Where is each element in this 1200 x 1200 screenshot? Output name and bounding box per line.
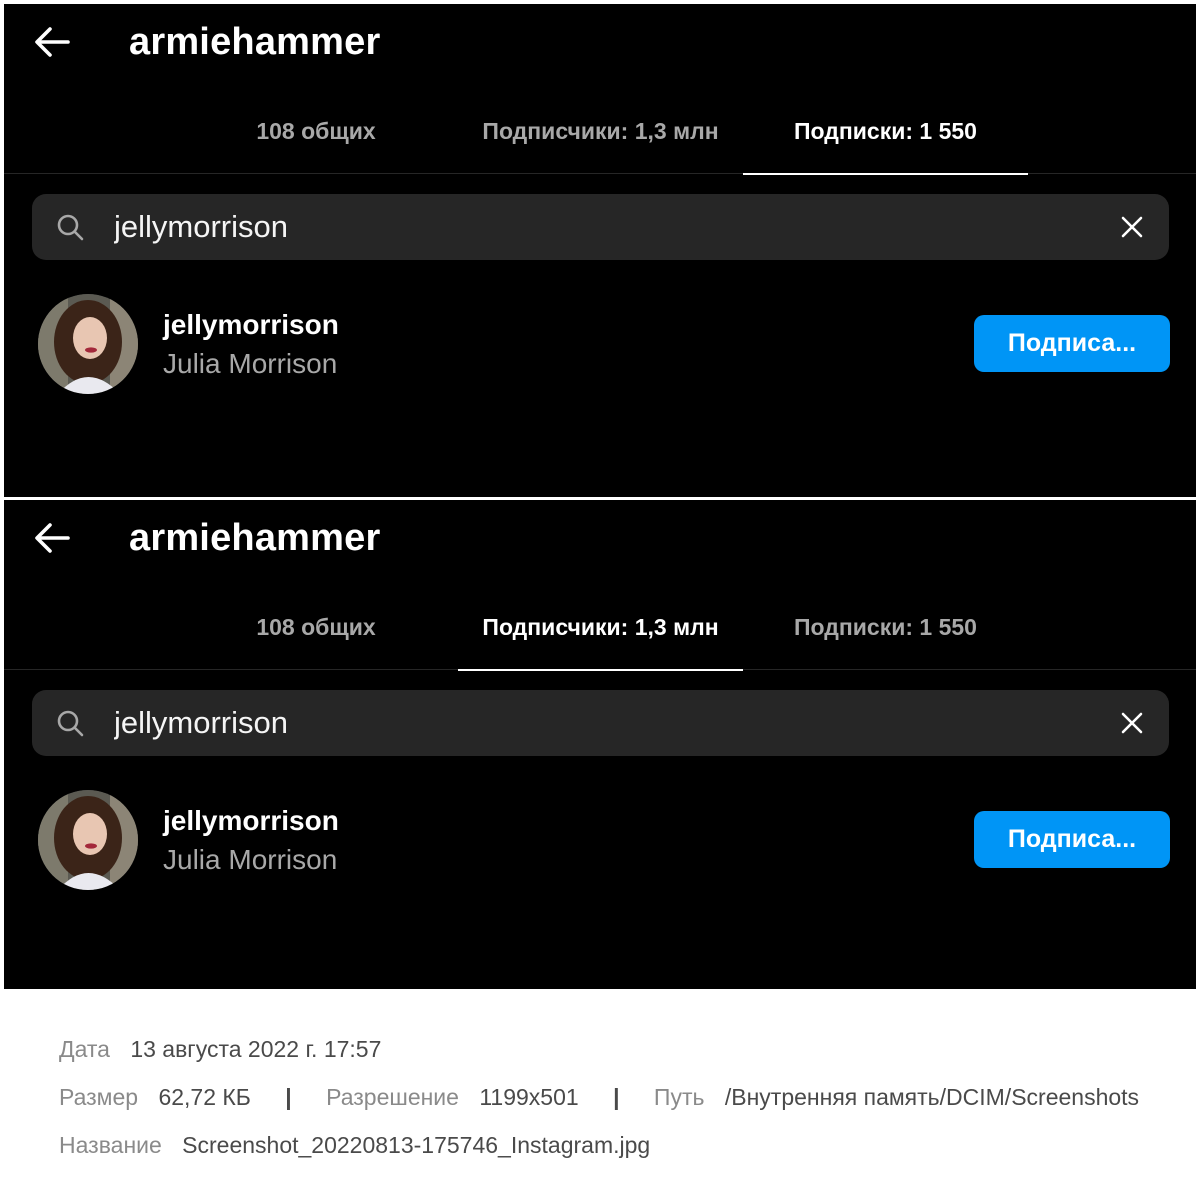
name-row: Название Screenshot_20220813-175746_Inst… (59, 1132, 650, 1159)
search-bar (32, 194, 1169, 260)
search-icon (57, 214, 84, 241)
search-icon (57, 710, 84, 737)
result-full-name: Julia Morrison (163, 348, 338, 379)
name-label: Название (59, 1132, 162, 1158)
list-item[interactable]: jellymorrison Julia Morrison Подписа... (4, 290, 1196, 400)
result-username[interactable]: jellymorrison (163, 805, 339, 837)
date-value: 13 августа 2022 г. 17:57 (130, 1036, 382, 1062)
close-icon[interactable] (1119, 214, 1145, 240)
name-value: Screenshot_20220813-175746_Instagram.jpg (182, 1132, 651, 1158)
close-icon[interactable] (1119, 710, 1145, 736)
date-row: Дата 13 августа 2022 г. 17:57 (59, 1036, 381, 1063)
separator: | (613, 1084, 620, 1110)
result-username[interactable]: jellymorrison (163, 309, 339, 341)
profile-title: armiehammer (129, 21, 381, 63)
list-item[interactable]: jellymorrison Julia Morrison Подписа... (4, 786, 1196, 896)
avatar[interactable] (38, 294, 138, 394)
back-button[interactable] (28, 18, 76, 66)
path-value: /Внутренняя память/DCIM/Screenshots (724, 1084, 1140, 1110)
search-input[interactable] (114, 203, 1074, 251)
follow-button[interactable]: Подписа... (974, 315, 1170, 372)
result-full-name: Julia Morrison (163, 844, 338, 875)
avatar[interactable] (38, 790, 138, 890)
tab-bar: 108 общих Подписчики: 1,3 млн Подписки: … (4, 100, 1196, 175)
date-label: Дата (59, 1036, 110, 1062)
tab-following[interactable]: Подписки: 1 550 (743, 100, 1028, 175)
tab-mutual[interactable]: 108 общих (176, 596, 456, 670)
tab-followers[interactable]: Подписчики: 1,3 млн (458, 596, 743, 671)
search-bar (32, 690, 1169, 756)
resolution-value: 1199x501 (479, 1084, 579, 1110)
size-label: Размер (59, 1084, 139, 1110)
top-bar: armiehammer (4, 4, 1196, 80)
path-label: Путь (653, 1084, 705, 1110)
tab-mutual[interactable]: 108 общих (176, 100, 456, 174)
screenshot-panel-followers: armiehammer 108 общих Подписчики: 1,3 мл… (4, 500, 1196, 989)
follow-button[interactable]: Подписа... (974, 811, 1170, 868)
file-info-panel: Дата 13 августа 2022 г. 17:57 Размер 62,… (0, 994, 1200, 1200)
size-row: Размер 62,72 КБ | Разрешение 1199x501 | … (59, 1084, 1139, 1111)
separator: | (285, 1084, 292, 1110)
tab-bar: 108 общих Подписчики: 1,3 млн Подписки: … (4, 596, 1196, 671)
resolution-label: Разрешение (326, 1084, 459, 1110)
tab-following[interactable]: Подписки: 1 550 (743, 596, 1028, 670)
arrow-left-icon (35, 523, 70, 553)
arrow-left-icon (35, 27, 70, 57)
profile-title: armiehammer (129, 517, 381, 559)
size-value: 62,72 КБ (158, 1084, 251, 1110)
search-input[interactable] (114, 699, 1074, 747)
screenshot-panel-following: armiehammer 108 общих Подписчики: 1,3 мл… (4, 4, 1196, 497)
tab-followers[interactable]: Подписчики: 1,3 млн (458, 100, 743, 174)
top-bar: armiehammer (4, 500, 1196, 576)
back-button[interactable] (28, 514, 76, 562)
